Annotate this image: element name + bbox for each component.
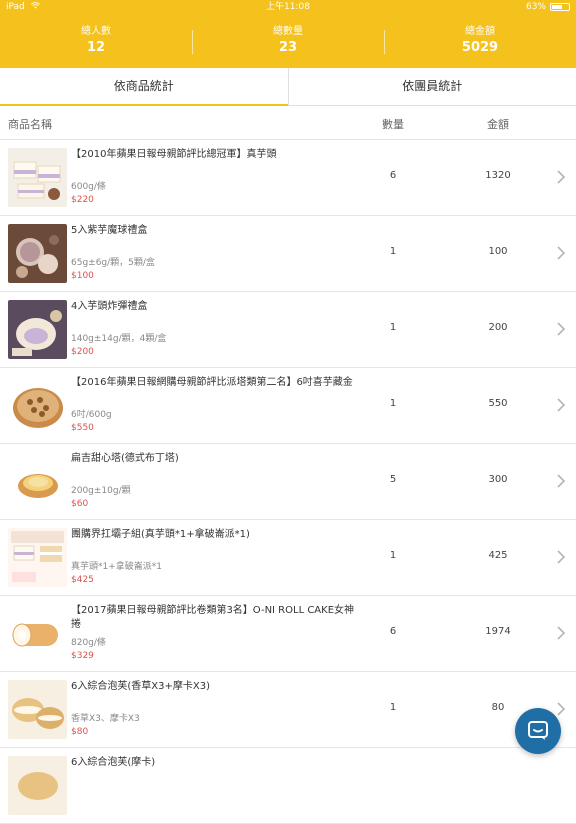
product-spec: 6吋/600g bbox=[71, 409, 112, 421]
chat-icon bbox=[526, 719, 550, 743]
product-list: 【2010年蘋果日報母親節評比總冠軍】真芋頭 600g/條$220 6 1320 5入紫… bbox=[0, 140, 576, 824]
product-image bbox=[8, 376, 67, 435]
product-row[interactable]: 6入綜合泡芙(摩卡) bbox=[0, 748, 576, 824]
chevron-right-icon[interactable] bbox=[556, 169, 566, 185]
product-quantity: 1 bbox=[370, 702, 416, 713]
summary-label: 總數量 bbox=[192, 26, 384, 38]
product-image bbox=[8, 452, 67, 511]
product-quantity: 5 bbox=[370, 474, 416, 485]
product-amount: 100 bbox=[470, 246, 526, 257]
product-spec: 200g±10g/顆 bbox=[71, 485, 131, 497]
battery-percent: 63% bbox=[526, 0, 546, 14]
summary-value: 12 bbox=[0, 40, 192, 56]
product-row[interactable]: 【2016年蘋果日報網購母親節評比派塔類第二名】6吋喜芋藏金 6吋/600g$55… bbox=[0, 368, 576, 444]
product-name: 扁吉甜心塔(德式布丁塔) bbox=[71, 452, 361, 466]
product-name: 4入芋頭炸彈禮盒 bbox=[71, 300, 361, 314]
product-quantity: 6 bbox=[370, 626, 416, 637]
summary-label: 總人數 bbox=[0, 26, 192, 38]
product-spec: 65g±6g/顆，5顆/盒 bbox=[71, 257, 155, 269]
product-amount: 1320 bbox=[470, 170, 526, 181]
summary-label: 總金額 bbox=[384, 26, 576, 38]
product-row[interactable]: 團購界扛壩子組(真芋頭*1+拿破崙派*1) 真芋頭*1+拿破崙派*1$425 1 42… bbox=[0, 520, 576, 596]
product-amount: 300 bbox=[470, 474, 526, 485]
product-image bbox=[8, 528, 67, 587]
product-quantity: 1 bbox=[370, 322, 416, 333]
tab-by-product[interactable]: 依商品統計 bbox=[0, 68, 288, 105]
product-price: $329 bbox=[71, 650, 94, 662]
product-image bbox=[8, 604, 67, 663]
summary-total-quantity: 總數量 23 bbox=[192, 14, 384, 68]
product-image bbox=[8, 148, 67, 207]
summary-bar: 總人數 12 總數量 23 總金額 5029 bbox=[0, 14, 576, 68]
product-image bbox=[8, 300, 67, 359]
product-name: 【2017蘋果日報母親節評比卷類第3名】O-NI ROLL CAKE女神捲 bbox=[71, 604, 361, 632]
product-spec: 600g/條 bbox=[71, 181, 106, 193]
column-header-qty: 數量 bbox=[382, 116, 404, 132]
product-quantity: 1 bbox=[370, 246, 416, 257]
product-quantity: 1 bbox=[370, 550, 416, 561]
product-image bbox=[8, 224, 67, 283]
product-name: 5入紫芋魔球禮盒 bbox=[71, 224, 361, 238]
product-row[interactable]: 扁吉甜心塔(德式布丁塔) 200g±10g/顆$60 5 300 bbox=[0, 444, 576, 520]
product-price: $100 bbox=[71, 270, 94, 282]
summary-value: 5029 bbox=[384, 40, 576, 56]
product-amount: 425 bbox=[470, 550, 526, 561]
chevron-right-icon[interactable] bbox=[556, 625, 566, 641]
chevron-right-icon[interactable] bbox=[556, 397, 566, 413]
status-bar: iPad 上午11:08 63% bbox=[0, 0, 576, 14]
product-name: 【2016年蘋果日報網購母親節評比派塔類第二名】6吋喜芋藏金 bbox=[71, 376, 361, 390]
product-amount: 200 bbox=[470, 322, 526, 333]
chevron-right-icon[interactable] bbox=[556, 245, 566, 261]
product-image bbox=[8, 680, 67, 739]
clock: 上午11:08 bbox=[0, 0, 576, 14]
product-price: $200 bbox=[71, 346, 94, 358]
battery-status: 63% bbox=[526, 0, 570, 14]
column-header-name: 商品名稱 bbox=[8, 116, 52, 132]
column-header-amount: 金額 bbox=[487, 116, 509, 132]
product-name: 【2010年蘋果日報母親節評比總冠軍】真芋頭 bbox=[71, 148, 361, 162]
product-spec: 140g±14g/顆，4顆/盒 bbox=[71, 333, 166, 345]
summary-value: 23 bbox=[192, 40, 384, 56]
product-price: $550 bbox=[71, 422, 94, 434]
product-quantity: 6 bbox=[370, 170, 416, 181]
summary-total-amount: 總金額 5029 bbox=[384, 14, 576, 68]
chevron-right-icon[interactable] bbox=[556, 701, 566, 717]
product-quantity: 1 bbox=[370, 398, 416, 409]
product-name: 6入綜合泡芙(香草X3+摩卡X3) bbox=[71, 680, 361, 694]
chevron-right-icon[interactable] bbox=[556, 321, 566, 337]
product-price: $60 bbox=[71, 498, 88, 510]
stats-tabs: 依商品統計 依團員統計 bbox=[0, 68, 576, 106]
chevron-right-icon[interactable] bbox=[556, 549, 566, 565]
summary-total-people: 總人數 12 bbox=[0, 14, 192, 68]
product-price: $80 bbox=[71, 726, 88, 738]
product-amount: 550 bbox=[470, 398, 526, 409]
product-price: $425 bbox=[71, 574, 94, 586]
chat-button[interactable] bbox=[515, 708, 561, 754]
tab-by-member[interactable]: 依團員統計 bbox=[288, 68, 576, 105]
product-price: $220 bbox=[71, 194, 94, 206]
table-header: 商品名稱 數量 金額 bbox=[0, 106, 576, 140]
product-spec: 真芋頭*1+拿破崙派*1 bbox=[71, 561, 162, 573]
product-row[interactable]: 【2017蘋果日報母親節評比卷類第3名】O-NI ROLL CAKE女神捲 820… bbox=[0, 596, 576, 672]
product-image bbox=[8, 756, 67, 815]
chevron-right-icon[interactable] bbox=[556, 473, 566, 489]
product-row[interactable]: 6入綜合泡芙(香草X3+摩卡X3) 香草X3、摩卡X3$80 1 80 bbox=[0, 672, 576, 748]
product-row[interactable]: 5入紫芋魔球禮盒 65g±6g/顆，5顆/盒$100 1 100 bbox=[0, 216, 576, 292]
product-row[interactable]: 4入芋頭炸彈禮盒 140g±14g/顆，4顆/盒$200 1 200 bbox=[0, 292, 576, 368]
product-name: 團購界扛壩子組(真芋頭*1+拿破崙派*1) bbox=[71, 528, 361, 542]
battery-icon bbox=[550, 3, 570, 11]
product-spec: 820g/條 bbox=[71, 637, 106, 649]
product-amount: 80 bbox=[470, 702, 526, 713]
product-row[interactable]: 【2010年蘋果日報母親節評比總冠軍】真芋頭 600g/條$220 6 1320 bbox=[0, 140, 576, 216]
product-spec: 香草X3、摩卡X3 bbox=[71, 713, 140, 725]
product-amount: 1974 bbox=[470, 626, 526, 637]
